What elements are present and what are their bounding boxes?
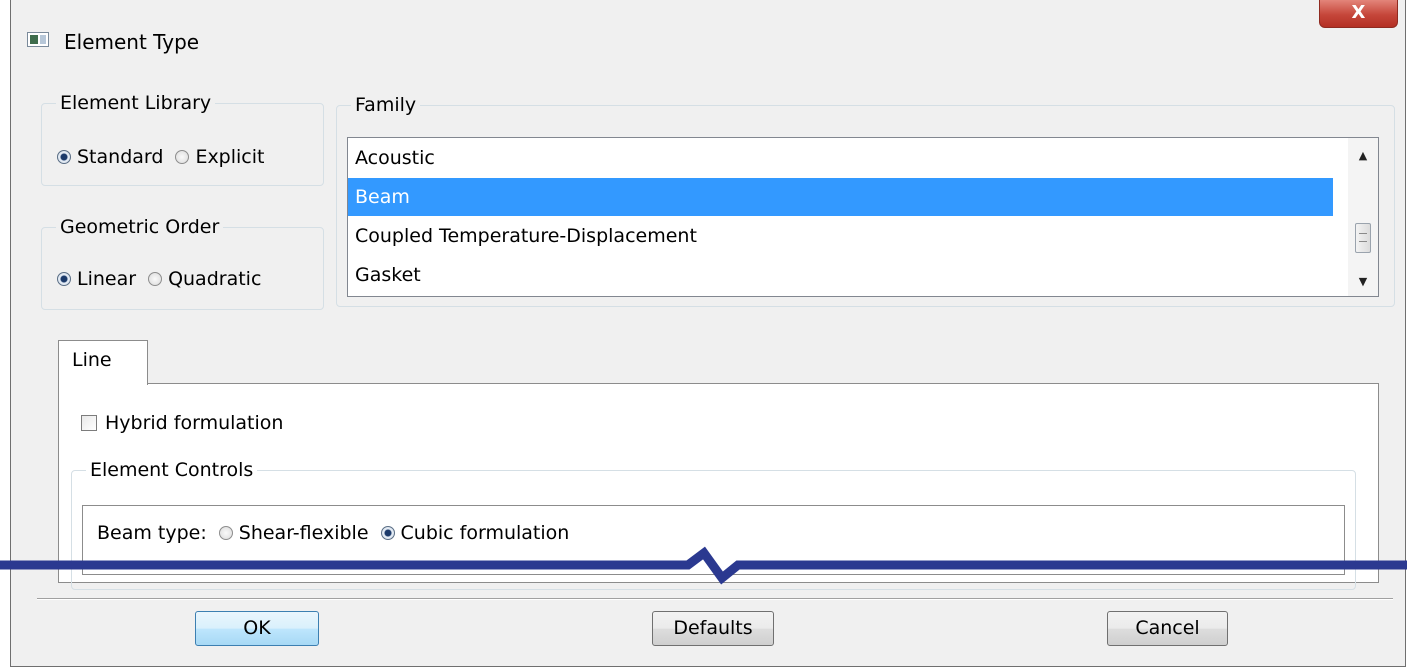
family-item-gasket[interactable]: Gasket [348,256,1333,294]
hybrid-formulation-label[interactable]: Hybrid formulation [105,412,283,434]
family-listbox[interactable]: Acoustic Beam Coupled Temperature-Displa… [347,137,1379,297]
geometric-order-legend: Geometric Order [60,216,220,238]
scroll-down-arrow-icon[interactable]: ▼ [1348,270,1378,294]
radio-shear-flexible[interactable] [218,526,233,540]
family-legend: Family [355,94,417,116]
window-app-icon [27,32,49,47]
radio-linear[interactable] [57,272,71,286]
geometric-order-group: Geometric Order [41,217,324,310]
radio-quadratic[interactable] [148,272,163,286]
footer-separator [37,598,1393,600]
cancel-button[interactable]: Cancel [1107,611,1228,646]
scroll-thumb[interactable] [1355,223,1371,253]
defaults-button[interactable]: Defaults [652,611,774,646]
family-item-acoustic[interactable]: Acoustic [348,139,1333,177]
radio-standard-label[interactable]: Standard [77,146,163,168]
window-title: Element Type [64,30,200,54]
scroll-up-arrow-icon[interactable]: ▲ [1348,144,1378,168]
family-scrollbar[interactable]: ▲ ▼ [1348,138,1378,296]
radio-linear-label[interactable]: Linear [77,268,136,290]
beam-type-label: Beam type: [97,522,207,544]
title-bar: Element Type X [11,0,1405,54]
family-item-beam[interactable]: Beam [348,178,1333,216]
beam-type-row: Beam type: Shear-flexible Cubic formulat… [97,522,581,544]
hybrid-formulation-row: Hybrid formulation [81,412,283,434]
radio-shear-flexible-label[interactable]: Shear-flexible [239,522,369,544]
hybrid-formulation-checkbox[interactable] [81,415,97,431]
close-button[interactable]: X [1319,0,1398,28]
ok-button[interactable]: OK [195,611,319,646]
geometric-order-options: Linear Quadratic [57,268,273,290]
radio-quadratic-label[interactable]: Quadratic [168,268,261,290]
cut-break-line [0,546,1407,585]
radio-cubic-formulation[interactable] [380,526,395,540]
element-controls-legend: Element Controls [90,459,254,481]
tab-line[interactable]: Line [58,340,148,385]
element-library-legend: Element Library [60,92,212,114]
element-library-options: Standard Explicit [57,146,276,168]
radio-explicit-label[interactable]: Explicit [195,146,264,168]
element-library-group: Element Library [41,93,324,186]
radio-explicit[interactable] [175,150,190,164]
radio-standard[interactable] [57,150,71,164]
family-item-coupled-temperature-displacement[interactable]: Coupled Temperature-Displacement [348,217,1333,255]
radio-cubic-formulation-label[interactable]: Cubic formulation [401,522,570,544]
